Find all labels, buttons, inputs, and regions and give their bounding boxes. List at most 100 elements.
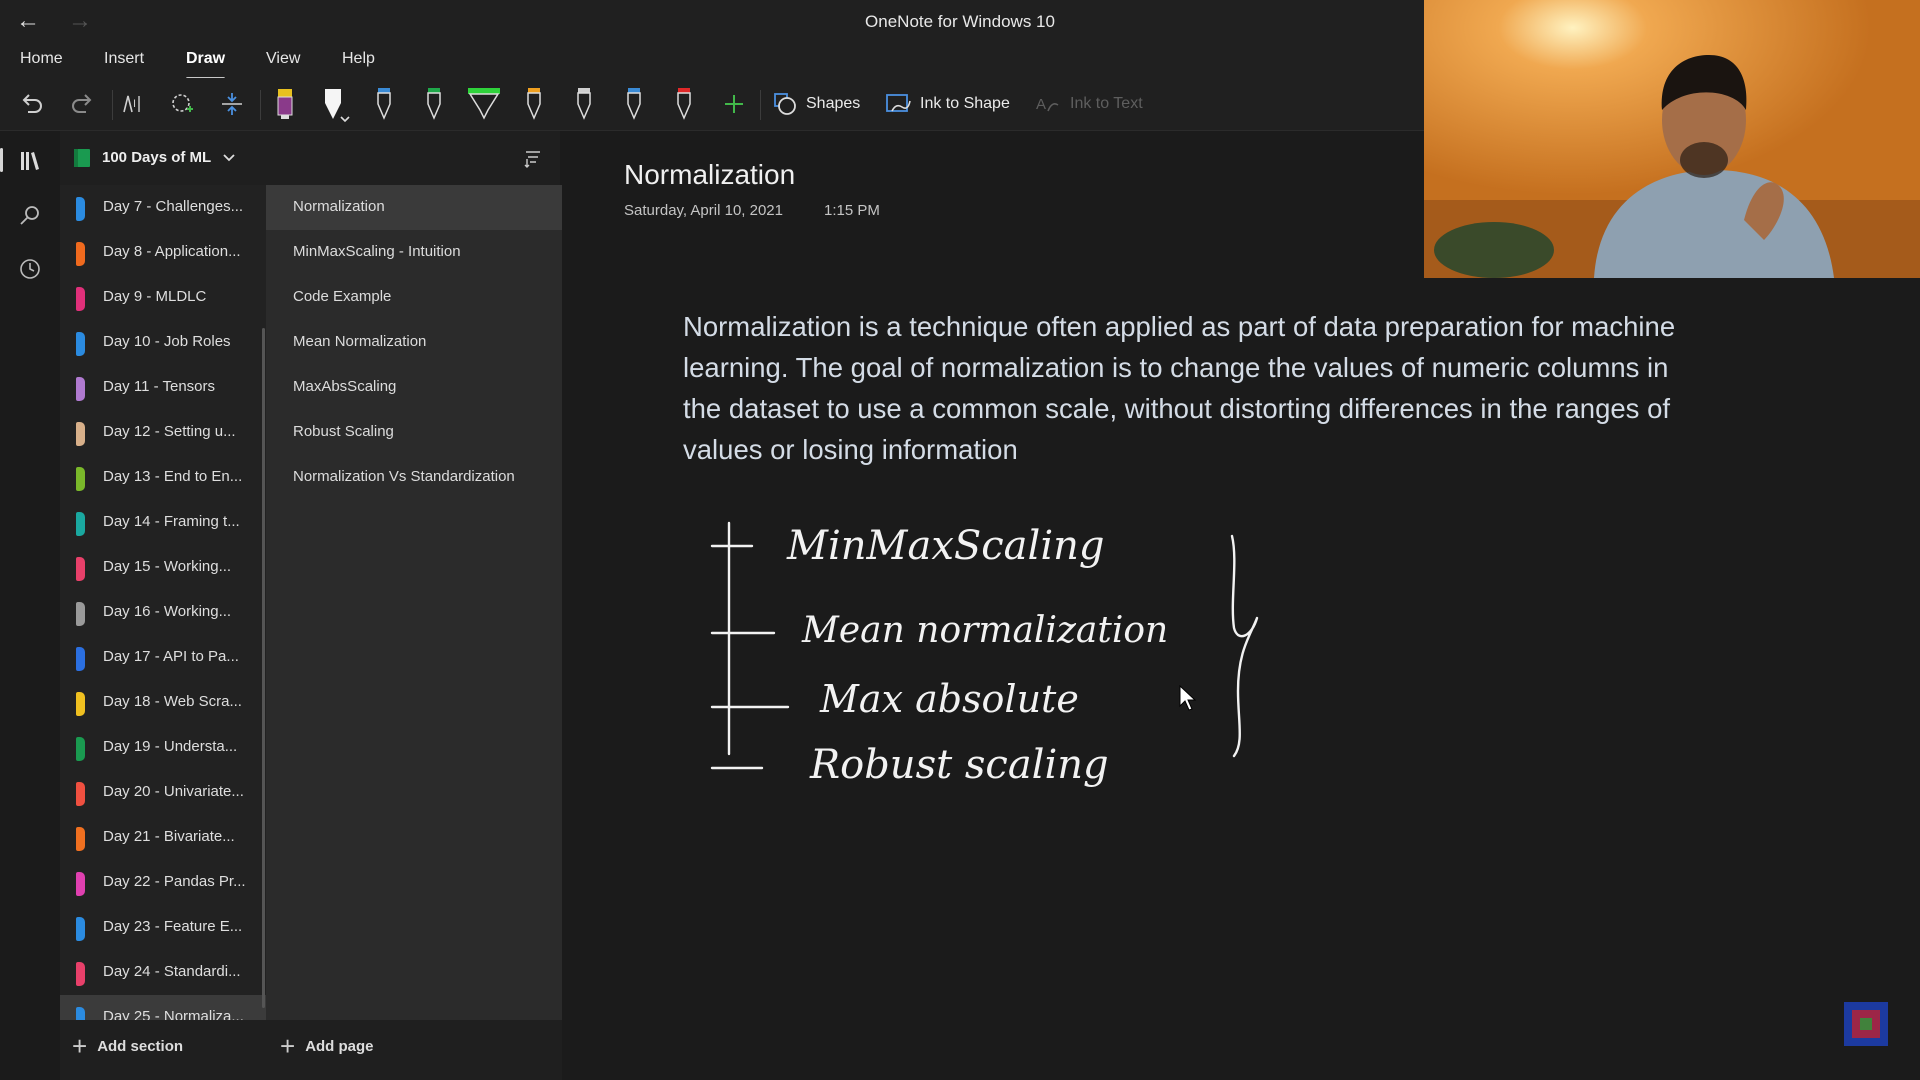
chevron-down-icon[interactable] bbox=[222, 153, 236, 163]
section-day-17[interactable]: Day 17 - API to Pa... bbox=[60, 635, 266, 680]
search-icon[interactable] bbox=[10, 195, 50, 235]
notebook-icon bbox=[74, 149, 90, 167]
section-day-8[interactable]: Day 8 - Application... bbox=[60, 230, 266, 275]
plus-icon: + bbox=[280, 1031, 296, 1061]
section-color-tab bbox=[76, 332, 85, 356]
section-day-15[interactable]: Day 15 - Working... bbox=[60, 545, 266, 590]
section-color-tab bbox=[76, 872, 85, 896]
add-page-label: Add page bbox=[305, 1037, 374, 1055]
shapes-label: Shapes bbox=[806, 95, 861, 112]
ink-right-brace bbox=[1230, 534, 1259, 758]
pen-white-icon[interactable] bbox=[316, 86, 352, 123]
page-normalization[interactable]: Normalization bbox=[266, 185, 562, 230]
tab-view[interactable]: View bbox=[266, 50, 300, 68]
section-color-tab bbox=[76, 512, 85, 536]
pen-red-icon[interactable] bbox=[666, 86, 702, 122]
section-label: Day 11 - Tensors bbox=[103, 378, 215, 395]
page-maxabsscaling[interactable]: MaxAbsScaling bbox=[266, 365, 562, 410]
sections-scrollbar[interactable] bbox=[262, 328, 265, 1008]
ink-note-4: Robust scaling bbox=[809, 742, 1109, 788]
webcam-video bbox=[1424, 0, 1920, 278]
page-label: Code Example bbox=[293, 288, 392, 305]
section-day-20[interactable]: Day 20 - Univariate... bbox=[60, 770, 266, 815]
add-section-button[interactable]: + Add section bbox=[72, 1033, 184, 1059]
section-label: Day 21 - Bivariate... bbox=[103, 828, 235, 845]
section-label: Day 20 - Univariate... bbox=[103, 783, 244, 800]
add-pen-icon[interactable] bbox=[716, 86, 752, 122]
section-label: Day 7 - Challenges... bbox=[103, 198, 244, 215]
section-label: Day 17 - API to Pa... bbox=[103, 648, 239, 665]
onenote-window: ← → OneNote for Windows 10 Home Insert D… bbox=[0, 0, 1920, 1080]
recent-notes-icon[interactable] bbox=[10, 249, 50, 289]
page-minmaxscaling-intuition[interactable]: MinMaxScaling - Intuition bbox=[266, 230, 562, 275]
section-color-tab bbox=[76, 422, 85, 446]
section-color-tab bbox=[76, 962, 85, 986]
section-day-14[interactable]: Day 14 - Framing t... bbox=[60, 500, 266, 545]
section-day-23[interactable]: Day 23 - Feature E... bbox=[60, 905, 266, 950]
marker-green-icon[interactable] bbox=[466, 86, 502, 122]
add-space-icon[interactable] bbox=[214, 86, 250, 122]
section-color-tab bbox=[76, 647, 85, 671]
section-day-18[interactable]: Day 18 - Web Scra... bbox=[60, 680, 266, 725]
section-label: Day 10 - Job Roles bbox=[103, 333, 231, 350]
section-day-13[interactable]: Day 13 - End to En... bbox=[60, 455, 266, 500]
sort-pages-icon[interactable] bbox=[523, 149, 543, 169]
lasso-select-icon[interactable] bbox=[164, 86, 200, 122]
pen-blue-icon[interactable] bbox=[366, 86, 402, 122]
section-color-tab bbox=[76, 242, 85, 266]
add-page-button[interactable]: + Add page bbox=[280, 1031, 374, 1061]
highlighter-icon[interactable] bbox=[267, 86, 303, 122]
page-code-example[interactable]: Code Example bbox=[266, 275, 562, 320]
ink-to-shape-label: Ink to Shape bbox=[920, 95, 1010, 112]
section-color-tab bbox=[76, 602, 85, 626]
shapes-button[interactable]: Shapes bbox=[772, 86, 860, 122]
type-select-icon[interactable]: I bbox=[115, 86, 151, 122]
ink-to-shape-button[interactable]: Ink to Shape bbox=[884, 86, 1010, 122]
mouse-cursor-icon bbox=[1179, 684, 1197, 711]
section-day-7[interactable]: Day 7 - Challenges... bbox=[60, 185, 266, 230]
section-day-19[interactable]: Day 19 - Understa... bbox=[60, 725, 266, 770]
tab-insert[interactable]: Insert bbox=[104, 50, 144, 68]
section-day-22[interactable]: Day 22 - Pandas Pr... bbox=[60, 860, 266, 905]
ink-note-2: Mean normalization bbox=[801, 610, 1168, 651]
pen-lightblue-icon[interactable] bbox=[616, 86, 652, 122]
channel-logo-icon bbox=[1844, 1002, 1888, 1046]
section-color-tab bbox=[76, 557, 85, 581]
section-day-16[interactable]: Day 16 - Working... bbox=[60, 590, 266, 635]
section-day-11[interactable]: Day 11 - Tensors bbox=[60, 365, 266, 410]
section-label: Day 9 - MLDLC bbox=[103, 288, 207, 305]
tab-help[interactable]: Help bbox=[342, 50, 375, 68]
page-normalization-vs-standardization[interactable]: Normalization Vs Standardization bbox=[266, 455, 562, 500]
ink-to-text-icon: A bbox=[1036, 96, 1059, 113]
section-day-21[interactable]: Day 21 - Bivariate... bbox=[60, 815, 266, 860]
pen-green-icon[interactable] bbox=[416, 86, 452, 122]
section-day-10[interactable]: Day 10 - Job Roles bbox=[60, 320, 266, 365]
section-color-tab bbox=[76, 467, 85, 491]
ink-to-text-button[interactable]: A Ink to Text bbox=[1034, 86, 1143, 122]
presenter-video-frame bbox=[1424, 0, 1920, 278]
sections-list: Day 7 - Challenges... Day 8 - Applicatio… bbox=[60, 185, 266, 1040]
page-label: Robust Scaling bbox=[293, 423, 394, 440]
page-robust-scaling[interactable]: Robust Scaling bbox=[266, 410, 562, 455]
svg-text:I: I bbox=[133, 98, 136, 110]
add-section-label: Add section bbox=[97, 1037, 184, 1055]
notebook-name[interactable]: 100 Days of ML bbox=[102, 149, 211, 166]
section-day-12[interactable]: Day 12 - Setting u... bbox=[60, 410, 266, 455]
section-day-9[interactable]: Day 9 - MLDLC bbox=[60, 275, 266, 320]
ink-to-text-label: Ink to Text bbox=[1070, 95, 1143, 112]
notebook-header: 100 Days of ML bbox=[60, 131, 560, 185]
section-label: Day 23 - Feature E... bbox=[103, 918, 243, 935]
section-color-tab bbox=[76, 287, 85, 311]
tab-draw[interactable]: Draw bbox=[186, 50, 226, 80]
pencil-gray-icon[interactable] bbox=[566, 86, 602, 122]
section-label: Day 16 - Working... bbox=[103, 603, 232, 620]
notebooks-icon[interactable] bbox=[10, 141, 50, 181]
undo-icon[interactable] bbox=[14, 86, 50, 122]
section-label: Day 12 - Setting u... bbox=[103, 423, 236, 440]
svg-text:A: A bbox=[1036, 96, 1046, 113]
redo-icon[interactable] bbox=[64, 86, 100, 122]
page-mean-normalization[interactable]: Mean Normalization bbox=[266, 320, 562, 365]
section-day-24[interactable]: Day 24 - Standardi... bbox=[60, 950, 266, 995]
pen-orange-icon[interactable] bbox=[516, 86, 552, 122]
tab-home[interactable]: Home bbox=[20, 50, 63, 68]
